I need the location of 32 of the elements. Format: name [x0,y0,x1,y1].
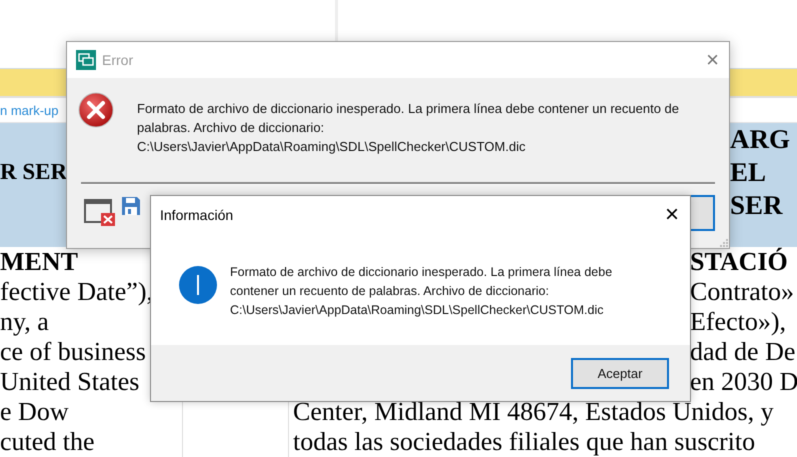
window-close-icon[interactable] [84,199,116,227]
document-text: dad de De [690,337,796,367]
window-title: Información [160,206,234,222]
heading-text: R SER [0,158,68,186]
resize-grip-icon[interactable] [720,239,728,247]
document-text: Efecto»), [690,307,786,337]
heading-text: ARG [730,123,791,156]
info-message: Formato de archivo de diccionario inesperado. La primera línea debe contener un recuento de palabras. Archivo de diccionario: C:\Users\Javier\AppData\Roaming\SDL\SpellChecker\CUSTOM.dic [230,264,612,319]
heading-text: EL [730,156,768,189]
document-text: Contrato» [690,277,794,307]
document-text: fective Date”), [0,277,154,307]
document-text: en 2030 D [690,367,797,397]
save-icon[interactable] [122,197,140,215]
document-text: cuted the [0,427,95,457]
document-text: STACIÓ [690,247,788,277]
document-text: ce of business [0,337,146,367]
accept-button[interactable]: Aceptar [571,358,669,388]
document-text: todas las sociedades filiales que han suscrito [293,427,756,457]
close-button[interactable]: × [664,200,679,228]
info-icon [179,266,217,304]
document-text: ny, a [0,307,49,337]
document-text: Center, Midland MI 48674, Estados Unidos, y [293,397,774,427]
error-icon [78,92,114,128]
window-title: Error [102,52,134,68]
close-button[interactable]: × [706,47,719,73]
heading-text: SER [730,189,784,222]
error-message: Formato de archivo de diccionario inesperado. La primera línea debe contener un recuento de palabras. Archivo de diccionario: C:\Users\Javier\AppData\Roaming\SDL\SpellChecker\CUSTOM.dic [137,100,680,156]
document-text: MENT [0,247,78,277]
mark-up-link[interactable]: n mark-up [0,102,59,118]
document-text: e Dow [0,397,69,427]
app-icon [76,50,96,70]
document-text: United States [0,367,140,397]
